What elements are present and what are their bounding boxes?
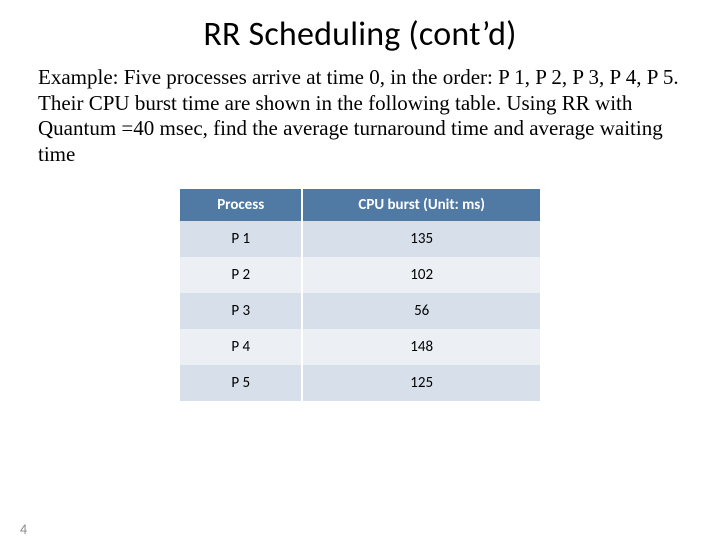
cell-burst: 56 [302, 293, 540, 329]
cell-process: P 4 [180, 329, 302, 365]
table-header-row: Process CPU burst (Unit: ms) [180, 189, 540, 221]
table-row: P 2 102 [180, 257, 540, 293]
cell-process: P 5 [180, 365, 302, 401]
table-row: P 3 56 [180, 293, 540, 329]
cell-process: P 2 [180, 257, 302, 293]
cell-burst: 135 [302, 221, 540, 257]
table-row: P 4 148 [180, 329, 540, 365]
slide: RR Scheduling (cont’d) Example: Five pro… [0, 14, 720, 540]
burst-table: Process CPU burst (Unit: ms) P 1 135 P 2… [180, 189, 540, 401]
col-header-burst: CPU burst (Unit: ms) [302, 189, 540, 221]
cell-process: P 3 [180, 293, 302, 329]
example-text: Example: Five processes arrive at time 0… [38, 65, 682, 167]
table-row: P 1 135 [180, 221, 540, 257]
col-header-process: Process [180, 189, 302, 221]
cell-burst: 102 [302, 257, 540, 293]
cell-process: P 1 [180, 221, 302, 257]
burst-table-wrap: Process CPU burst (Unit: ms) P 1 135 P 2… [180, 189, 540, 401]
cell-burst: 148 [302, 329, 540, 365]
cell-burst: 125 [302, 365, 540, 401]
slide-title: RR Scheduling (cont’d) [0, 14, 720, 55]
page-number: 4 [20, 521, 27, 538]
table-row: P 5 125 [180, 365, 540, 401]
